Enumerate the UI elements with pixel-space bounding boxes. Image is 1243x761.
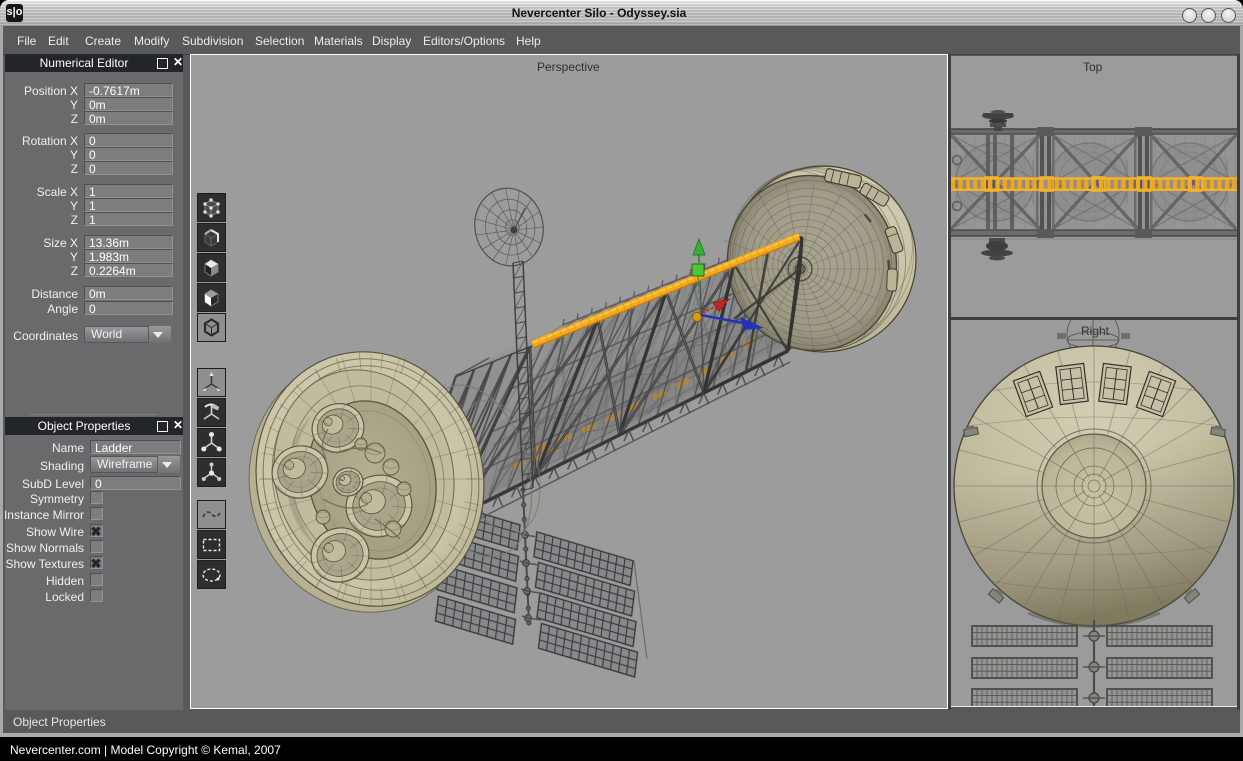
- svg-text:Right: Right: [1081, 324, 1110, 338]
